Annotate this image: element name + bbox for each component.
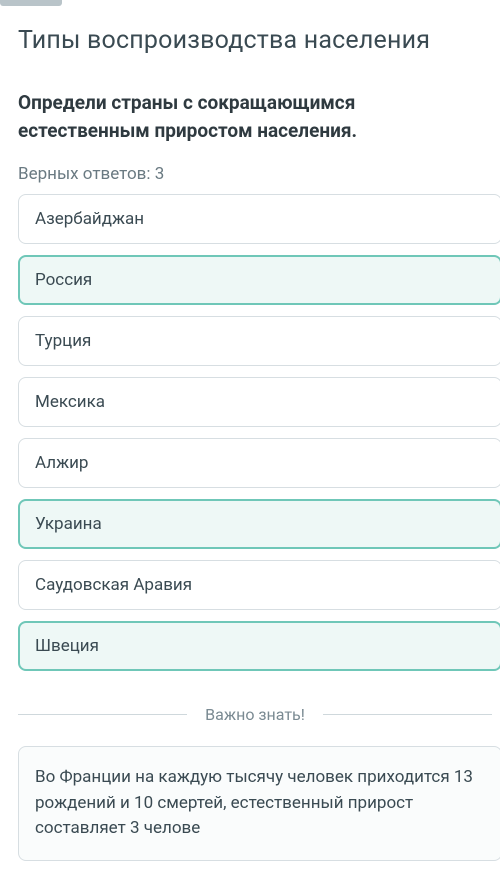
- option-label: Азербайджан: [35, 209, 144, 229]
- option-item[interactable]: Турция: [18, 316, 500, 366]
- option-label: Украина: [35, 514, 102, 534]
- info-text: Во Франции на каждую тысячу человек прих…: [35, 767, 473, 838]
- page-content: Типы воспроизводства населения Определи …: [0, 6, 500, 861]
- page-title: Типы воспроизводства населения: [18, 26, 500, 55]
- correct-answers-count: Верных ответов: 3: [18, 164, 500, 184]
- info-box: Во Франции на каждую тысячу человек прих…: [18, 746, 500, 861]
- option-label: Мексика: [35, 392, 105, 412]
- option-item[interactable]: Швеция: [18, 621, 500, 671]
- divider-line-left: [18, 714, 187, 715]
- option-item[interactable]: Россия: [18, 255, 500, 305]
- option-label: Саудовская Аравия: [35, 575, 192, 595]
- option-item[interactable]: Мексика: [18, 377, 500, 427]
- option-label: Швеция: [35, 636, 99, 656]
- option-label: Россия: [35, 270, 92, 290]
- option-item[interactable]: Саудовская Аравия: [18, 560, 500, 610]
- info-divider: Важно знать!: [18, 705, 500, 724]
- option-item[interactable]: Азербайджан: [18, 194, 500, 244]
- option-item[interactable]: Алжир: [18, 438, 500, 488]
- option-label: Турция: [35, 331, 91, 351]
- options-list: Азербайджан Россия Турция Мексика Алжир …: [18, 194, 500, 671]
- divider-line-right: [323, 714, 492, 715]
- option-item[interactable]: Украина: [18, 499, 500, 549]
- divider-label: Важно знать!: [187, 705, 323, 724]
- option-label: Алжир: [35, 453, 88, 473]
- question-text: Определи страны с сокращающимся естестве…: [18, 89, 500, 144]
